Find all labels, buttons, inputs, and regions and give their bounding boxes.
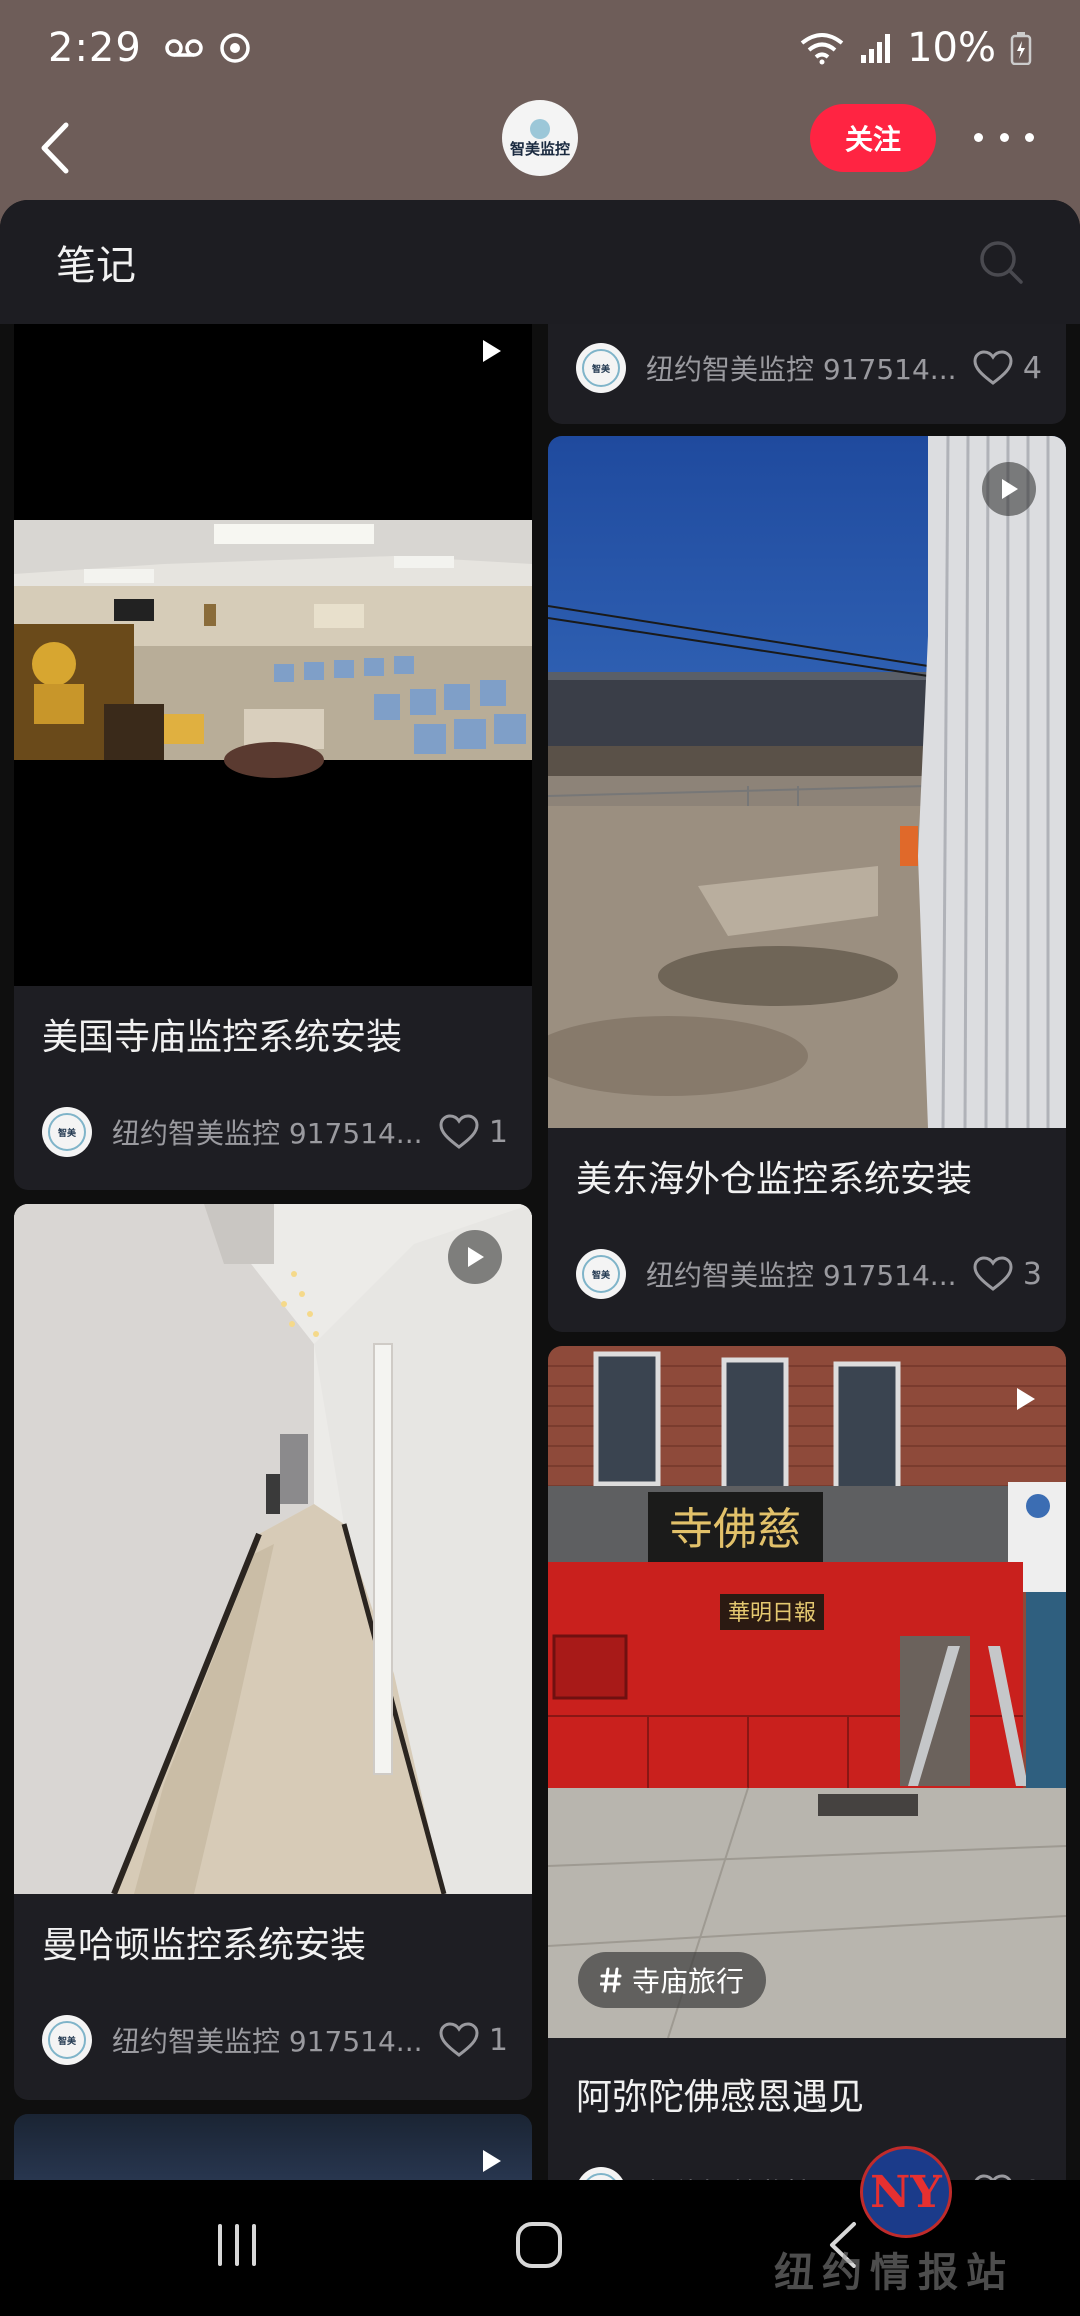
- note-title: 美东海外仓监控系统安装: [576, 1159, 973, 1200]
- logo-emblem: [530, 119, 550, 139]
- temple-image: [14, 324, 532, 986]
- topic-tag[interactable]: 寺庙旅行: [578, 1952, 767, 2008]
- like-button[interactable]: 1: [439, 1114, 508, 1150]
- note-title: 阿弥陀佛感恩遇见: [576, 2077, 865, 2118]
- play-triangle-icon: [1017, 1388, 1035, 1410]
- status-right: 10%: [799, 25, 1032, 71]
- chevron-left-icon: [41, 122, 69, 174]
- topic-tag-label: 寺庙旅行: [632, 1965, 745, 1998]
- like-count: 1: [488, 2022, 508, 2058]
- author-avatar[interactable]: 智美: [42, 1107, 92, 1157]
- temple-thumbnail: [14, 324, 532, 986]
- like-button[interactable]: 1: [439, 2022, 508, 2058]
- home-icon: [516, 2222, 562, 2268]
- note-card-temple[interactable]: 美国寺庙监控系统安装 智美 纽约智美监控 917514... 1: [14, 324, 532, 1190]
- more-options-button[interactable]: [974, 112, 1034, 162]
- profile-header: 智美监控 关注: [0, 96, 1080, 200]
- note-card-partial-top[interactable]: 智美 纽约智美监控 917514... 4: [548, 324, 1066, 424]
- dot-icon: [1025, 132, 1034, 142]
- follow-button[interactable]: 关注: [810, 104, 936, 172]
- author-avatar[interactable]: 智美: [576, 343, 626, 393]
- status-time: 2:29: [48, 25, 142, 71]
- sync-icon: [220, 33, 250, 63]
- video-play-icon: [464, 324, 518, 378]
- note-title: 美国寺庙监控系统安装: [42, 1017, 403, 1058]
- play-triangle-icon: [1002, 479, 1018, 499]
- author-name[interactable]: 纽约智美监控 917514...: [112, 1112, 425, 1152]
- hallway-image: [14, 1204, 532, 1894]
- author-avatar[interactable]: 智美: [42, 2015, 92, 2065]
- signal-icon: [861, 34, 891, 63]
- sign-text: 寺佛慈: [669, 1504, 801, 1555]
- play-triangle-icon: [483, 2150, 501, 2172]
- like-button[interactable]: 4: [973, 350, 1042, 386]
- home-button[interactable]: [514, 2220, 564, 2274]
- like-count: 1: [488, 1114, 508, 1150]
- note-meta: 智美 纽约智美监控 917514... 1: [42, 1106, 508, 1158]
- note-title: 曼哈顿监控系统安装: [42, 1925, 367, 1966]
- video-play-icon: [464, 2134, 518, 2180]
- logo-text: 智美监控: [509, 140, 570, 158]
- search-icon[interactable]: [978, 239, 1024, 285]
- avatar-logo: 智美: [48, 1113, 86, 1151]
- notes-title: 笔记: [56, 243, 136, 289]
- battery-percent: 10%: [907, 25, 996, 71]
- amitabha-thumbnail: 寺佛慈 華明日報 寺庙旅行: [548, 1346, 1066, 2038]
- author-avatar[interactable]: 智美: [576, 1249, 626, 1299]
- video-play-icon: [982, 462, 1036, 516]
- hashtag-icon: [600, 1967, 622, 1993]
- author-name[interactable]: 纽约智美监控 917514...: [646, 1254, 959, 1294]
- recent-apps-button[interactable]: [214, 2220, 260, 2274]
- note-meta: 智美 纽约智美监控 917514... 3: [576, 1248, 1042, 1300]
- watermark-logo: NY: [860, 2146, 952, 2238]
- heart-icon: [973, 1256, 1013, 1291]
- note-meta: 智美 纽约智美监控 917514... 4: [576, 342, 1042, 394]
- notes-header: 笔记: [0, 200, 1080, 324]
- back-button[interactable]: [40, 110, 100, 186]
- avatar-logo: 智美: [582, 1255, 620, 1293]
- manhattan-thumbnail: [14, 1204, 532, 1894]
- note-card-amitabha[interactable]: 寺佛慈 華明日報 寺庙旅行 阿弥陀佛感恩遇见: [548, 1346, 1066, 2180]
- warehouse-thumbnail: [548, 436, 1066, 1128]
- wifi-icon: [800, 33, 844, 65]
- battery-charging-icon: [1010, 32, 1032, 65]
- video-play-icon: [448, 1230, 502, 1284]
- play-triangle-icon: [468, 1247, 484, 1267]
- avatar-logo: 智美: [48, 2021, 86, 2059]
- sub-sign-text: 華明日報: [728, 1601, 816, 1626]
- partial-thumbnail: [14, 2114, 532, 2180]
- author-name[interactable]: 纽约智美监控 917514...: [646, 348, 959, 388]
- status-icons-left: [164, 31, 252, 65]
- heart-icon: [439, 2022, 479, 2057]
- note-card-manhattan[interactable]: 曼哈顿监控系统安装 智美 纽约智美监控 917514... 1: [14, 1204, 532, 2100]
- avatar-logo: 智美: [582, 349, 620, 387]
- dot-icon: [974, 132, 983, 142]
- like-button[interactable]: 3: [973, 1256, 1042, 1292]
- play-triangle-icon: [483, 340, 501, 362]
- recent-apps-icon: [218, 2224, 256, 2266]
- voicemail-icon: [165, 39, 203, 57]
- note-meta: 智美 纽约智美监控 917514... 1: [42, 2014, 508, 2066]
- account-logo[interactable]: 智美监控: [502, 100, 578, 176]
- avatar-logo: 智美: [582, 2173, 620, 2180]
- notes-sheet: 笔记 美国寺庙监控系统安装 智美 纽约智美监控 917514... 1 曼哈顿监…: [0, 200, 1080, 2180]
- watermark-text: 纽约情报站: [774, 2249, 1014, 2296]
- author-name[interactable]: 纽约智美监控 917514...: [112, 2020, 425, 2060]
- author-avatar[interactable]: 智美: [576, 2167, 626, 2180]
- heart-icon: [439, 1114, 479, 1149]
- like-count: 4: [1022, 350, 1042, 386]
- heart-icon: [973, 350, 1013, 385]
- note-card-warehouse[interactable]: 美东海外仓监控系统安装 智美 纽约智美监控 917514... 3: [548, 436, 1066, 1332]
- video-play-icon: [998, 1372, 1052, 1426]
- dot-icon: [999, 132, 1009, 142]
- warehouse-image: [548, 436, 1066, 1128]
- watermark: NY 纽约情报站: [774, 2146, 1074, 2306]
- like-count: 3: [1022, 1256, 1042, 1292]
- note-card-partial-bottom[interactable]: [14, 2114, 532, 2180]
- status-bar: 2:29 10%: [0, 0, 1080, 96]
- temple-storefront-image: 寺佛慈 華明日報: [548, 1346, 1066, 2038]
